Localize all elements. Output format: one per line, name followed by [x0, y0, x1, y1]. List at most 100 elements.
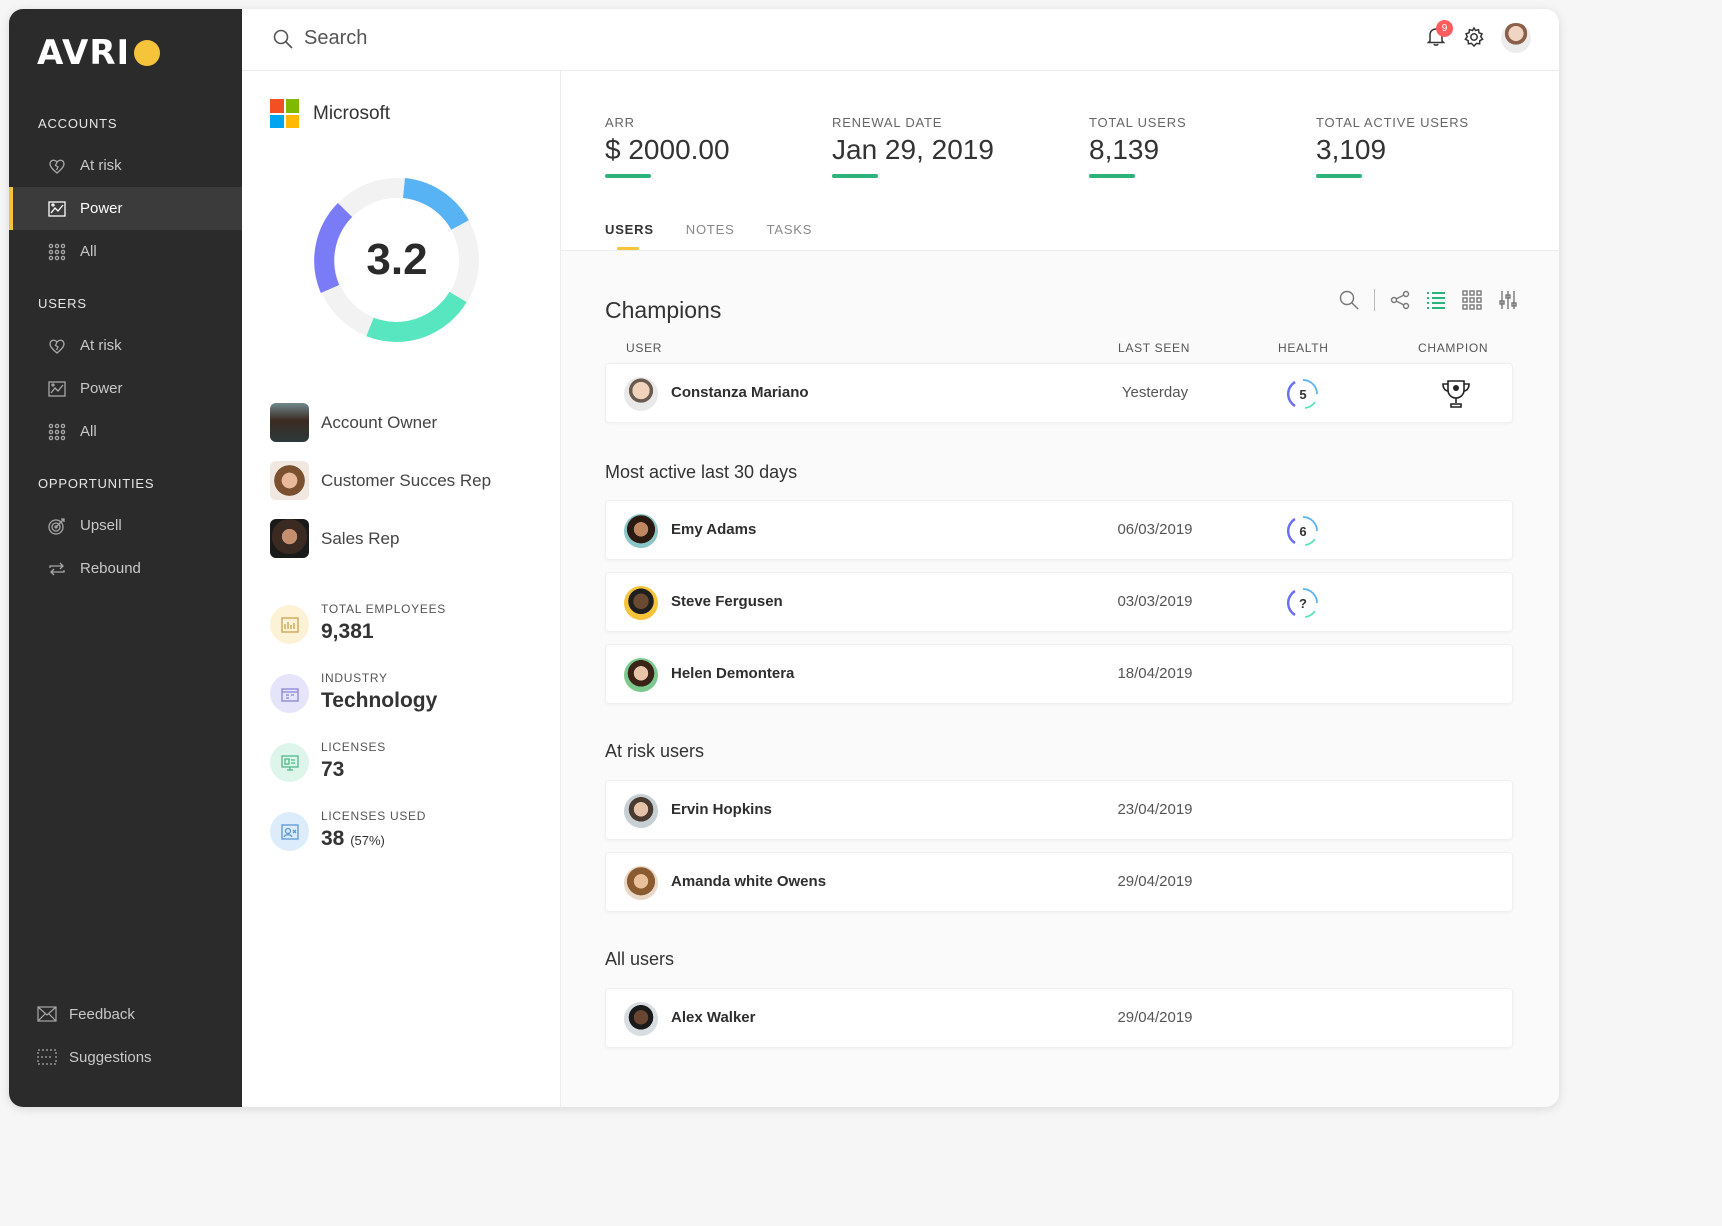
kpi-label: TOTAL ACTIVE USERS — [1316, 115, 1469, 130]
customer-success-rep-label: Customer Succes Rep — [321, 470, 492, 490]
table-row[interactable]: Alex Walker 29/04/2019 — [605, 988, 1513, 1048]
sidebar-item-label: All — [80, 423, 97, 440]
suggestions-button[interactable]: Suggestions — [9, 1037, 242, 1077]
sidebar: AVRI ACCOUNTS At risk Power All USERS At… — [9, 9, 242, 1107]
table-row[interactable]: Emy Adams 06/03/2019 6 — [605, 500, 1513, 560]
kpi-label: ARR — [605, 115, 635, 130]
grid-dots-icon — [46, 242, 68, 262]
sidebar-item-users-at-risk[interactable]: At risk — [9, 324, 242, 367]
section-title-most-active: Most active last 30 days — [605, 462, 798, 482]
table-row[interactable]: Steve Fergusen 03/03/2019 ? — [605, 572, 1513, 632]
search-icon[interactable] — [1338, 289, 1360, 311]
sidebar-item-accounts-all[interactable]: All — [9, 230, 242, 273]
search-field[interactable]: Search — [272, 27, 367, 50]
filter-sliders-icon[interactable] — [1497, 289, 1519, 311]
table-row[interactable]: Helen Demontera 18/04/2019 — [605, 644, 1513, 704]
table-row[interactable]: Ervin Hopkins 23/04/2019 — [605, 780, 1513, 840]
kpi-underline — [832, 174, 878, 178]
health-score: ? — [1299, 595, 1307, 611]
kpi-value: Jan 29, 2019 — [832, 134, 994, 165]
stat-label: INDUSTRY — [321, 671, 388, 685]
share-icon[interactable] — [1389, 289, 1411, 311]
stat-value: 38 (57%) — [321, 827, 385, 850]
industry-icon — [270, 674, 309, 713]
section-title-champions: Champions — [605, 297, 722, 323]
sidebar-item-users-power[interactable]: Power — [9, 367, 242, 410]
sidebar-item-label: Power — [80, 380, 123, 397]
avrio-logo[interactable]: AVRI — [37, 33, 161, 73]
top-bar: Search 9 — [242, 9, 1559, 71]
feedback-button[interactable]: Feedback — [9, 994, 242, 1034]
table-row[interactable]: Constanza Mariano Yesterday 5 — [605, 363, 1513, 423]
customer-success-rep-photo — [270, 461, 309, 500]
user-avatar — [624, 1002, 658, 1036]
health-score: 5 — [1299, 386, 1307, 402]
kpi-value: 3,109 — [1316, 134, 1387, 165]
last-seen: 18/04/2019 — [1117, 665, 1193, 682]
sales-rep[interactable]: Sales Rep — [270, 519, 399, 558]
account-owner[interactable]: Account Owner — [270, 403, 437, 442]
gear-icon — [1464, 26, 1484, 48]
licenses-used-icon — [270, 812, 309, 851]
health-score: 6 — [1299, 523, 1307, 539]
sales-rep-label: Sales Rep — [321, 528, 400, 548]
table-row[interactable]: Amanda white Owens 29/04/2019 — [605, 852, 1513, 912]
tab-users[interactable]: USERS — [605, 222, 654, 237]
user-avatar[interactable] — [1501, 23, 1531, 53]
kpi-total-active-users: TOTAL ACTIVE USERS 3,109 — [1316, 115, 1469, 178]
column-header-user[interactable]: USER — [626, 341, 662, 355]
account-panel: Microsoft 3.2 Account Owner Customer Suc… — [242, 71, 561, 1107]
user-avatar — [624, 658, 658, 692]
column-header-health[interactable]: HEALTH — [1278, 341, 1329, 355]
chart-image-icon — [46, 199, 68, 219]
sidebar-item-label: Power — [80, 200, 123, 217]
user-name: Steve Fergusen — [671, 593, 783, 610]
stat-licenses-used: LICENSES USED 38 (57%) — [270, 809, 426, 851]
kpi-renewal-date: RENEWAL DATE Jan 29, 2019 — [832, 115, 994, 178]
grid-view-icon[interactable] — [1461, 289, 1483, 311]
kpi-underline — [1316, 174, 1362, 178]
stat-label: TOTAL EMPLOYEES — [321, 602, 446, 616]
stat-label: LICENSES — [321, 740, 386, 754]
section-title-at-risk: At risk users — [605, 741, 705, 761]
repeat-icon — [46, 559, 68, 579]
sidebar-item-accounts-at-risk[interactable]: At risk — [9, 144, 242, 187]
logo-dot — [134, 40, 161, 66]
stat-value: 9,381 — [321, 620, 374, 643]
sidebar-item-label: All — [80, 243, 97, 260]
tab-tasks[interactable]: TASKS — [767, 222, 813, 237]
column-header-champion[interactable]: CHAMPION — [1418, 341, 1488, 355]
list-view-icon[interactable] — [1425, 289, 1447, 311]
account-header: Microsoft — [270, 99, 390, 128]
dashed-box-icon — [37, 1049, 57, 1065]
nav-section-users: USERS — [38, 296, 87, 311]
notification-badge: 9 — [1436, 20, 1453, 37]
main-content: ARR $ 2000.00 RENEWAL DATE Jan 29, 2019 … — [561, 71, 1559, 1107]
user-name: Constanza Mariano — [671, 384, 809, 401]
stat-percent: (57%) — [350, 833, 385, 848]
kpi-header: ARR $ 2000.00 RENEWAL DATE Jan 29, 2019 … — [561, 71, 1559, 251]
tab-notes[interactable]: NOTES — [686, 222, 735, 237]
last-seen: Yesterday — [1121, 384, 1189, 401]
sidebar-item-rebound[interactable]: Rebound — [9, 547, 242, 590]
user-name: Emy Adams — [671, 521, 757, 538]
sidebar-item-users-all[interactable]: All — [9, 410, 242, 453]
kpi-total-users: TOTAL USERS 8,139 — [1089, 115, 1186, 178]
user-avatar — [624, 586, 658, 620]
chart-image-icon — [46, 379, 68, 399]
customer-success-rep[interactable]: Customer Succes Rep — [270, 461, 491, 500]
user-avatar — [624, 377, 658, 411]
mail-icon — [37, 1006, 57, 1022]
notifications-button[interactable]: 9 — [1425, 20, 1453, 51]
nav-section-opportunities: OPPORTUNITIES — [38, 476, 155, 491]
column-header-last-seen[interactable]: LAST SEEN — [1118, 341, 1190, 355]
last-seen: 29/04/2019 — [1117, 1009, 1193, 1026]
sidebar-item-upsell[interactable]: Upsell — [9, 504, 242, 547]
app-window: AVRI ACCOUNTS At risk Power All USERS At… — [9, 9, 1559, 1107]
stat-industry: INDUSTRY Technology — [270, 671, 437, 713]
tab-bar: USERS NOTES TASKS — [605, 222, 812, 237]
settings-button[interactable] — [1463, 26, 1487, 50]
sidebar-item-label: Upsell — [80, 517, 122, 534]
search-icon — [273, 29, 293, 49]
sidebar-item-accounts-power[interactable]: Power — [9, 187, 242, 230]
